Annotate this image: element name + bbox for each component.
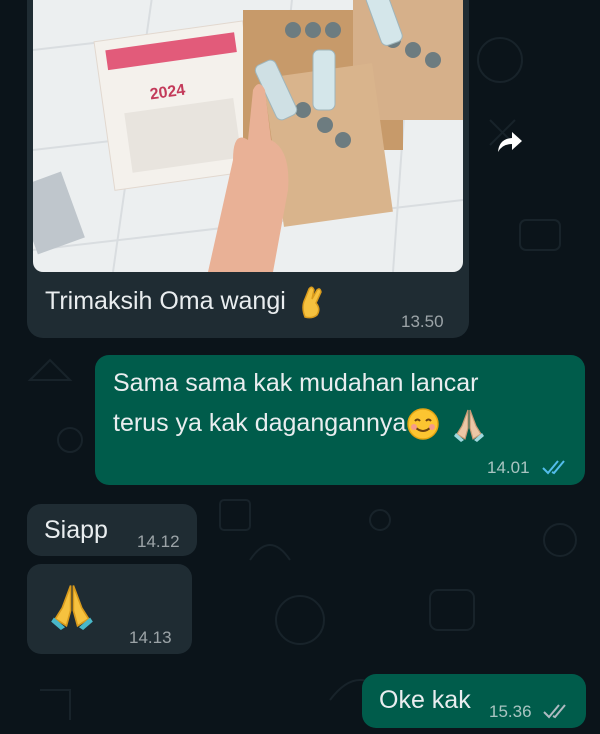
- message-text: Siapp: [44, 516, 108, 544]
- message-time: 15.36: [489, 702, 532, 721]
- delivered-receipt-icon: [543, 704, 566, 719]
- read-receipt-icon: [542, 460, 565, 475]
- outgoing-message[interactable]: Oke kak 15.36: [362, 674, 586, 728]
- outgoing-message[interactable]: Sama sama kak mudahan lancar terus ya ka…: [95, 355, 585, 485]
- message-time: 14.13: [129, 628, 172, 647]
- crossed-fingers-emoji: [302, 286, 322, 319]
- folded-hands-emoji: [454, 410, 485, 443]
- message-text-line: terus ya kak dagangannya: [113, 405, 485, 443]
- message-text-line: Sama sama kak mudahan lancar: [113, 369, 479, 397]
- smiling-face-emoji: [407, 408, 440, 441]
- message-time: 13.50: [401, 312, 444, 331]
- message-time: 14.01: [487, 458, 530, 477]
- image-caption: Trimaksih Oma wangi: [45, 283, 327, 319]
- forward-icon[interactable]: [496, 130, 524, 154]
- message-text: Oke kak: [379, 686, 471, 714]
- incoming-image-message[interactable]: 2024 Trimaksih Oma wangi 13.50: [27, 0, 469, 338]
- incoming-emoji-message[interactable]: 14.13: [27, 564, 192, 654]
- shared-photo[interactable]: 2024: [33, 0, 463, 272]
- folded-hands-emoji: [51, 585, 93, 630]
- message-time: 14.12: [137, 532, 180, 551]
- incoming-message[interactable]: Siapp 14.12: [27, 504, 197, 556]
